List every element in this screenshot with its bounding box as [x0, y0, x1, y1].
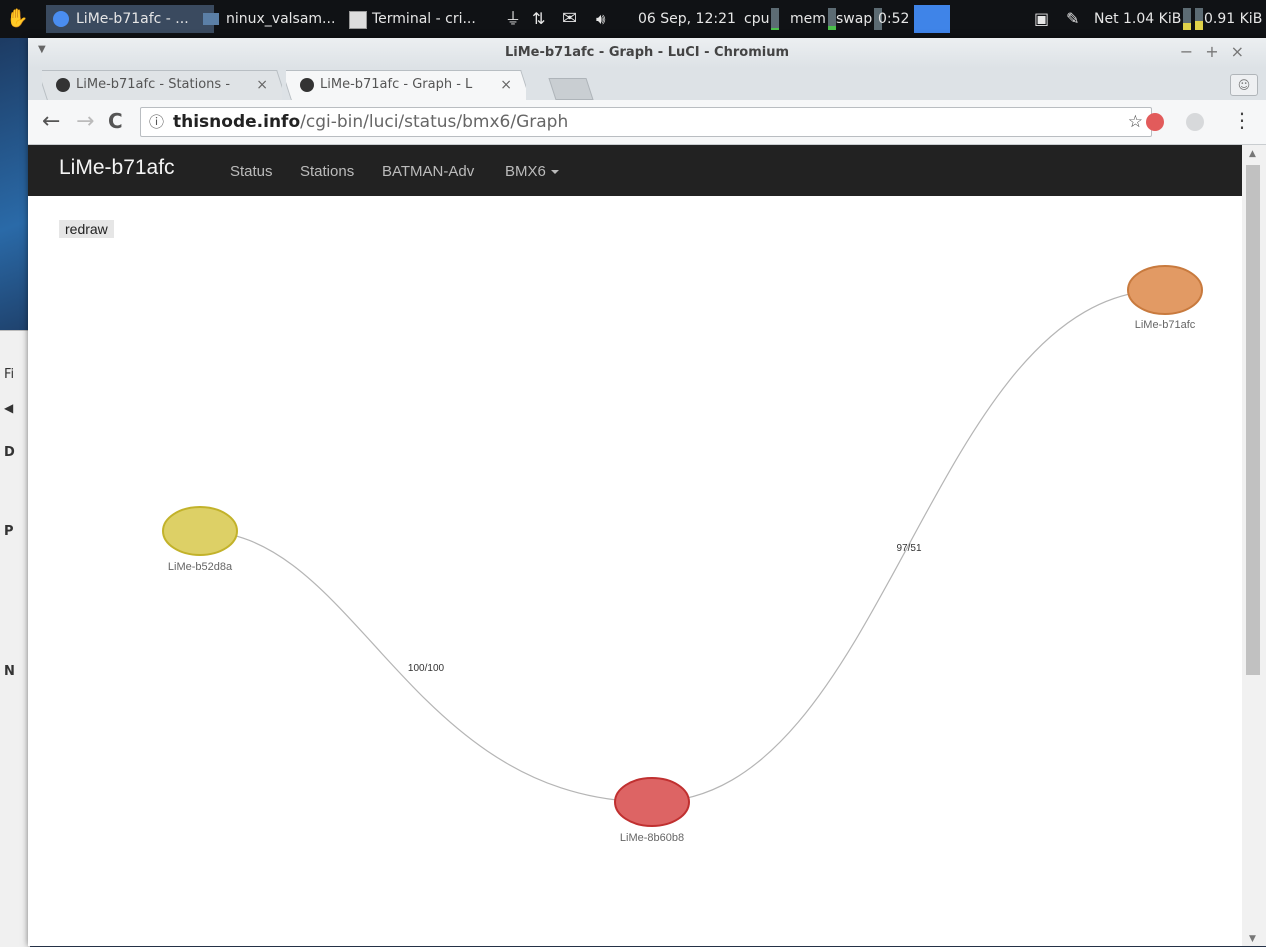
notes-icon[interactable]: ✎ [1066, 0, 1079, 38]
window-controls[interactable]: −+× [1180, 42, 1256, 61]
window-titlebar[interactable]: ▼ LiMe-b71afc - Graph - LuCI - Chromium … [28, 38, 1266, 68]
nav-batman-adv[interactable]: BATMAN-Adv [382, 163, 474, 180]
tab-strip: LiMe-b71afc - Stations - × LiMe-b71afc -… [28, 68, 1266, 100]
mem-label: mem [790, 11, 826, 27]
profile-button[interactable]: ☺ [1230, 74, 1258, 96]
terminal-icon [349, 11, 367, 29]
power-plug-icon[interactable]: ⏚ [505, 0, 521, 38]
tab-close-icon[interactable]: × [256, 70, 268, 100]
cpu-meter [771, 8, 780, 30]
brand-link[interactable]: LiMe-b71afc [59, 156, 175, 180]
cpu-monitor: cpu [744, 0, 781, 38]
tab-label: LiMe-b71afc - Graph - L [320, 77, 473, 92]
bookmark-star-icon[interactable]: ☆ [1128, 108, 1143, 136]
extension-icon-red[interactable] [1146, 113, 1164, 131]
clock[interactable]: 06 Sep, 12:21 [638, 0, 736, 38]
edge-label: 100/100 [408, 663, 445, 674]
nav-status[interactable]: Status [230, 163, 273, 180]
browser-menu-icon[interactable]: ⋮ [1232, 108, 1252, 132]
net-down-meter [1183, 8, 1192, 30]
net-up-meter [1195, 8, 1204, 30]
luci-navbar: LiMe-b71afc Status Stations BATMAN-Adv B… [28, 145, 1242, 196]
tab-label: LiMe-b71afc - Stations - [76, 77, 231, 92]
scroll-down-icon[interactable]: ▼ [1249, 934, 1256, 944]
task-label: LiMe-b71afc - ... [76, 11, 189, 27]
cpu-label: cpu [744, 11, 770, 27]
taskbar-chromium[interactable]: LiMe-b71afc - ... [46, 5, 214, 33]
net-monitor: Net 1.04 KiB [1094, 0, 1205, 38]
swap-monitor: swap [836, 0, 884, 38]
chromium-tray-icon[interactable] [914, 5, 950, 33]
system-panel: ✋ LiMe-b71afc - ... ninux_valsam... Term… [0, 0, 1266, 38]
browser-toolbar: ← → C ⓘ thisnode.info/cgi-bin/luci/statu… [28, 100, 1266, 145]
folder-icon [203, 13, 219, 25]
graph-node-lime-b52d8a[interactable] [162, 506, 238, 556]
browser-window: ▼ LiMe-b71afc - Graph - LuCI - Chromium … [28, 38, 1266, 946]
back-arrow-icon: ◀ [4, 401, 14, 415]
scrollbar-thumb[interactable] [1246, 165, 1260, 675]
window-title: LiMe-b71afc - Graph - LuCI - Chromium [504, 45, 790, 60]
url-path: /cgi-bin/luci/status/bmx6/Graph [300, 112, 569, 132]
mem-meter [827, 8, 836, 30]
task-label: Terminal - cri... [372, 11, 476, 27]
swap-label: swap [836, 11, 873, 27]
taskbar-file-manager[interactable]: ninux_valsam... [196, 5, 352, 33]
forward-button[interactable]: → [76, 109, 94, 134]
nav-bmx6-label: BMX6 [505, 163, 546, 180]
site-info-icon[interactable]: ⓘ [149, 108, 164, 136]
mail-icon[interactable]: ✉ [562, 0, 577, 38]
battery-time[interactable]: 0:52 [878, 0, 909, 38]
wifi-favicon-icon [300, 78, 314, 92]
tab-close-icon[interactable]: × [500, 70, 512, 100]
node-label: LiMe-b71afc [1135, 319, 1196, 331]
background-window[interactable]: Fi ◀ D P N [0, 330, 30, 947]
extension-icon-gray[interactable] [1186, 113, 1204, 131]
reload-button[interactable]: C [108, 109, 123, 133]
camera-icon[interactable]: ▣ [1034, 0, 1049, 38]
behind-label-4: N [4, 664, 15, 679]
net-up-value: 0.91 KiB [1204, 11, 1263, 27]
mem-monitor: mem [790, 0, 838, 38]
chromium-icon [53, 11, 69, 27]
dropdown-caret-icon [550, 170, 559, 175]
volume-icon[interactable]: 🔊︎ [596, 0, 605, 38]
edge-label: 97/51 [896, 543, 921, 554]
menu-launcher-icon[interactable]: ✋ [6, 7, 30, 31]
new-tab-button[interactable] [548, 78, 594, 100]
graph-node-lime-b71afc[interactable] [1127, 265, 1203, 315]
graph-node-lime-8b60b8[interactable] [614, 777, 690, 827]
tab-stations[interactable]: LiMe-b71afc - Stations - × [42, 70, 282, 100]
page-scrollbar[interactable]: ▲ ▼ [1242, 145, 1266, 946]
taskbar-terminal[interactable]: Terminal - cri... [342, 5, 494, 33]
scroll-up-icon[interactable]: ▲ [1249, 149, 1256, 159]
node-label: LiMe-b52d8a [168, 561, 233, 573]
nav-bmx6[interactable]: BMX6 [505, 163, 559, 180]
net-label: Net 1.04 KiB [1094, 11, 1182, 27]
network-arrows-icon[interactable]: ⇅ [532, 0, 545, 38]
behind-label-1: Fi [4, 367, 15, 382]
address-bar[interactable]: ⓘ thisnode.info/cgi-bin/luci/status/bmx6… [140, 107, 1152, 137]
nav-stations[interactable]: Stations [300, 163, 354, 180]
page-content: LiMe-b71afc Status Stations BATMAN-Adv B… [28, 145, 1242, 946]
task-label: ninux_valsam... [226, 11, 336, 27]
back-button[interactable]: ← [42, 109, 60, 134]
wifi-favicon-icon [56, 78, 70, 92]
behind-label-2: D [4, 445, 15, 460]
url-host: thisnode.info [173, 112, 301, 132]
behind-label-3: P [4, 524, 14, 539]
network-graph: 100/100 97/51 LiMe-b71afc LiMe-b52d8a Li… [162, 265, 1203, 844]
node-label: LiMe-8b60b8 [620, 832, 684, 844]
tab-graph[interactable]: LiMe-b71afc - Graph - L × [286, 70, 526, 100]
